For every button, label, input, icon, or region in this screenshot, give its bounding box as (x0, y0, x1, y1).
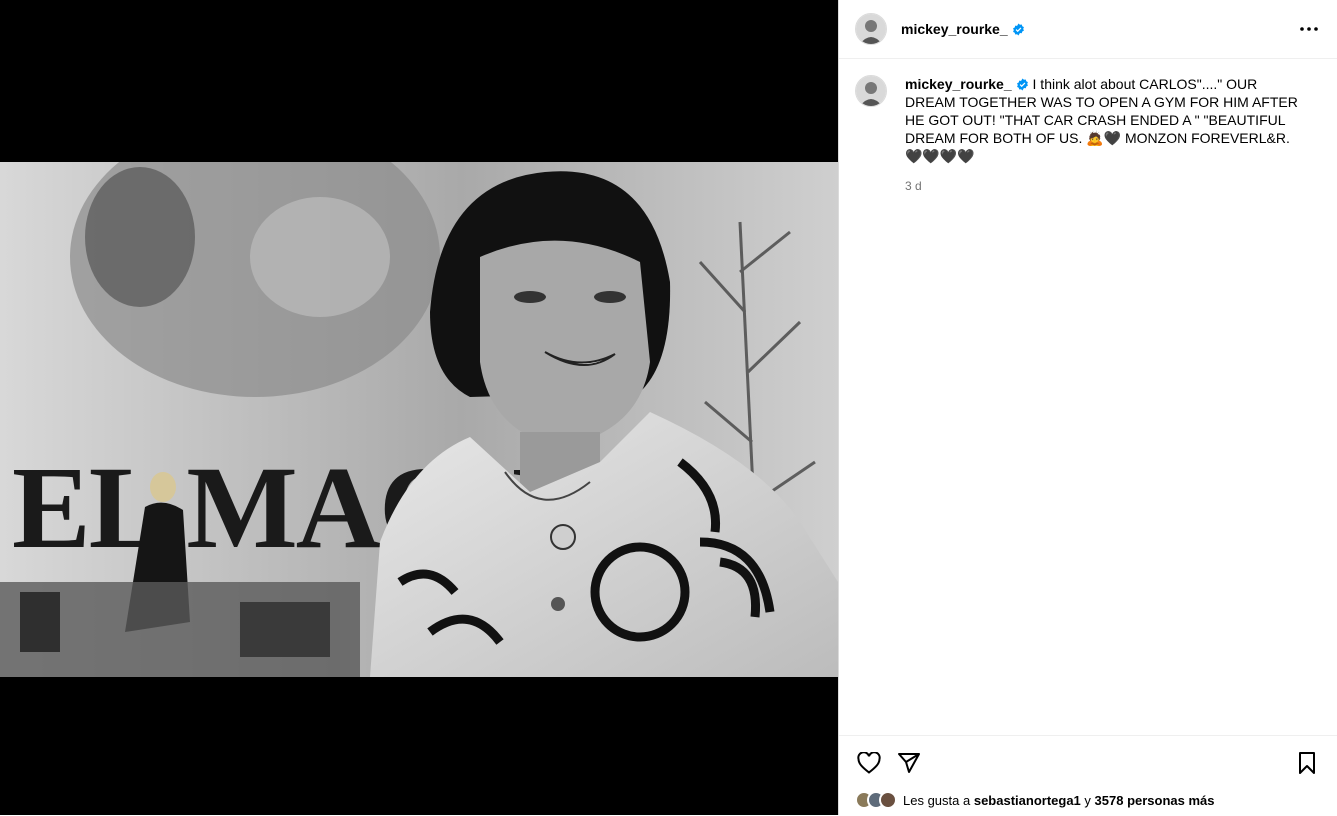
likes-summary: Les gusta a sebastianortega1 y 3578 pers… (839, 777, 1337, 809)
more-options-button[interactable] (1297, 17, 1321, 41)
verified-badge-icon (1016, 78, 1028, 91)
heart-icon (857, 752, 881, 774)
photo-illustration: EL MACHO (0, 162, 838, 677)
post-timestamp[interactable]: 3 d (905, 177, 1305, 195)
caption-block: mickey_rourke_ I think alot about CARLOS… (839, 59, 1337, 195)
action-icons (839, 736, 1337, 777)
caption-avatar[interactable] (855, 75, 887, 107)
bookmark-icon (1299, 752, 1315, 774)
post-media: EL MACHO (0, 0, 838, 815)
verified-badge-icon (1012, 23, 1024, 36)
like-button[interactable] (855, 749, 883, 777)
share-button[interactable] (895, 749, 923, 777)
caption-content: mickey_rourke_ I think alot about CARLOS… (905, 75, 1305, 195)
post-sidebar: mickey_rourke_ mickey_rourke_ I think al… (838, 0, 1337, 815)
paper-plane-icon (898, 753, 920, 773)
post-header: mickey_rourke_ (839, 0, 1337, 59)
likes-text: Les gusta a sebastianortega1 y 3578 pers… (903, 792, 1215, 808)
liker-username[interactable]: sebastianortega1 (974, 793, 1081, 808)
author-username[interactable]: mickey_rourke_ (901, 21, 1025, 37)
post-photo[interactable]: EL MACHO (0, 162, 838, 677)
author-avatar[interactable] (855, 13, 887, 45)
caption-username[interactable]: mickey_rourke_ (905, 76, 1012, 92)
more-options-icon (1300, 27, 1318, 31)
likes-count[interactable]: 3578 personas más (1095, 793, 1215, 808)
liker-avatar (879, 791, 897, 809)
save-button[interactable] (1293, 749, 1321, 777)
liker-avatars (855, 791, 897, 809)
post-actions: Les gusta a sebastianortega1 y 3578 pers… (839, 735, 1337, 816)
post-viewer: EL MACHO mickey_rourke_ mickey_rourke_ I… (0, 0, 1337, 815)
